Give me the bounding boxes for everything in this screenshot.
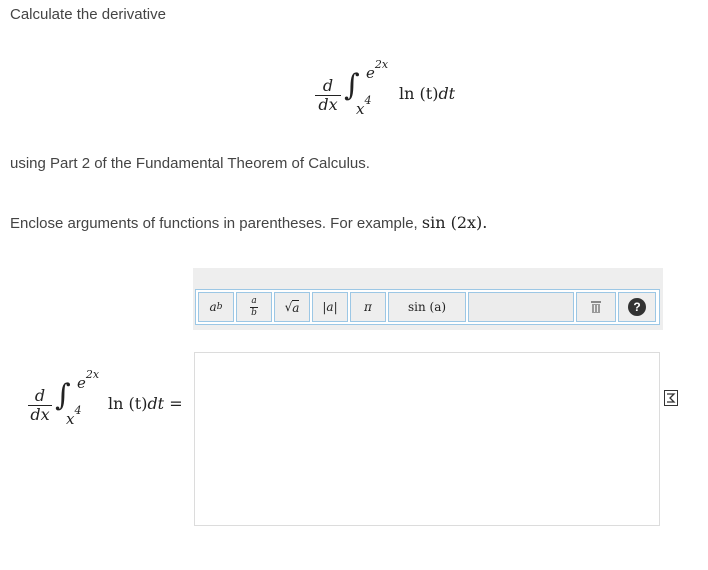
upper-limit-bottom: e2x [77, 368, 100, 392]
integrand-top: ln (t)dt [399, 84, 456, 103]
prompt-instructions: Enclose arguments of functions in parent… [10, 213, 487, 232]
help-button[interactable]: ? [618, 292, 656, 322]
dx-denominator: dx [30, 405, 50, 424]
trash-icon [591, 301, 601, 313]
help-icon: ? [628, 298, 646, 316]
pi-button[interactable]: π [350, 292, 386, 322]
d-numerator: d [322, 76, 334, 95]
abs-button[interactable]: |a| [312, 292, 348, 322]
integrand-bottom: ln (t)dt = [108, 394, 183, 413]
sqrt-button[interactable]: √ a [274, 292, 310, 322]
lower-limit-bottom: x4 [66, 404, 82, 428]
dx-denominator: dx [318, 95, 338, 114]
instructions-text: Enclose arguments of functions in parent… [10, 215, 422, 232]
fraction-button[interactable]: a b [236, 292, 272, 322]
instructions-example: sin (2x). [421, 213, 488, 232]
answer-input[interactable] [194, 352, 660, 526]
clear-button[interactable] [576, 292, 616, 322]
sin-button[interactable]: sin (a) [388, 292, 466, 322]
toolbar-spacer [468, 292, 574, 322]
derivative-operator-bottom: d dx [28, 388, 52, 423]
upper-limit-top: e2x [366, 58, 389, 82]
formula-icon[interactable] [664, 390, 678, 411]
prompt-heading: Calculate the derivative [10, 6, 166, 23]
formula-icon-graphic [664, 390, 678, 406]
d-numerator: d [34, 386, 46, 405]
math-toolbar: ab a b √ a |a| π sin (a) ? [195, 289, 660, 325]
math-toolbar-panel: ab a b √ a |a| π sin (a) ? [193, 268, 663, 330]
power-button[interactable]: ab [198, 292, 234, 322]
prompt-theorem-line: using Part 2 of the Fundamental Theorem … [10, 155, 370, 172]
derivative-operator-top: d dx [315, 78, 341, 113]
lower-limit-top: x4 [356, 94, 372, 118]
